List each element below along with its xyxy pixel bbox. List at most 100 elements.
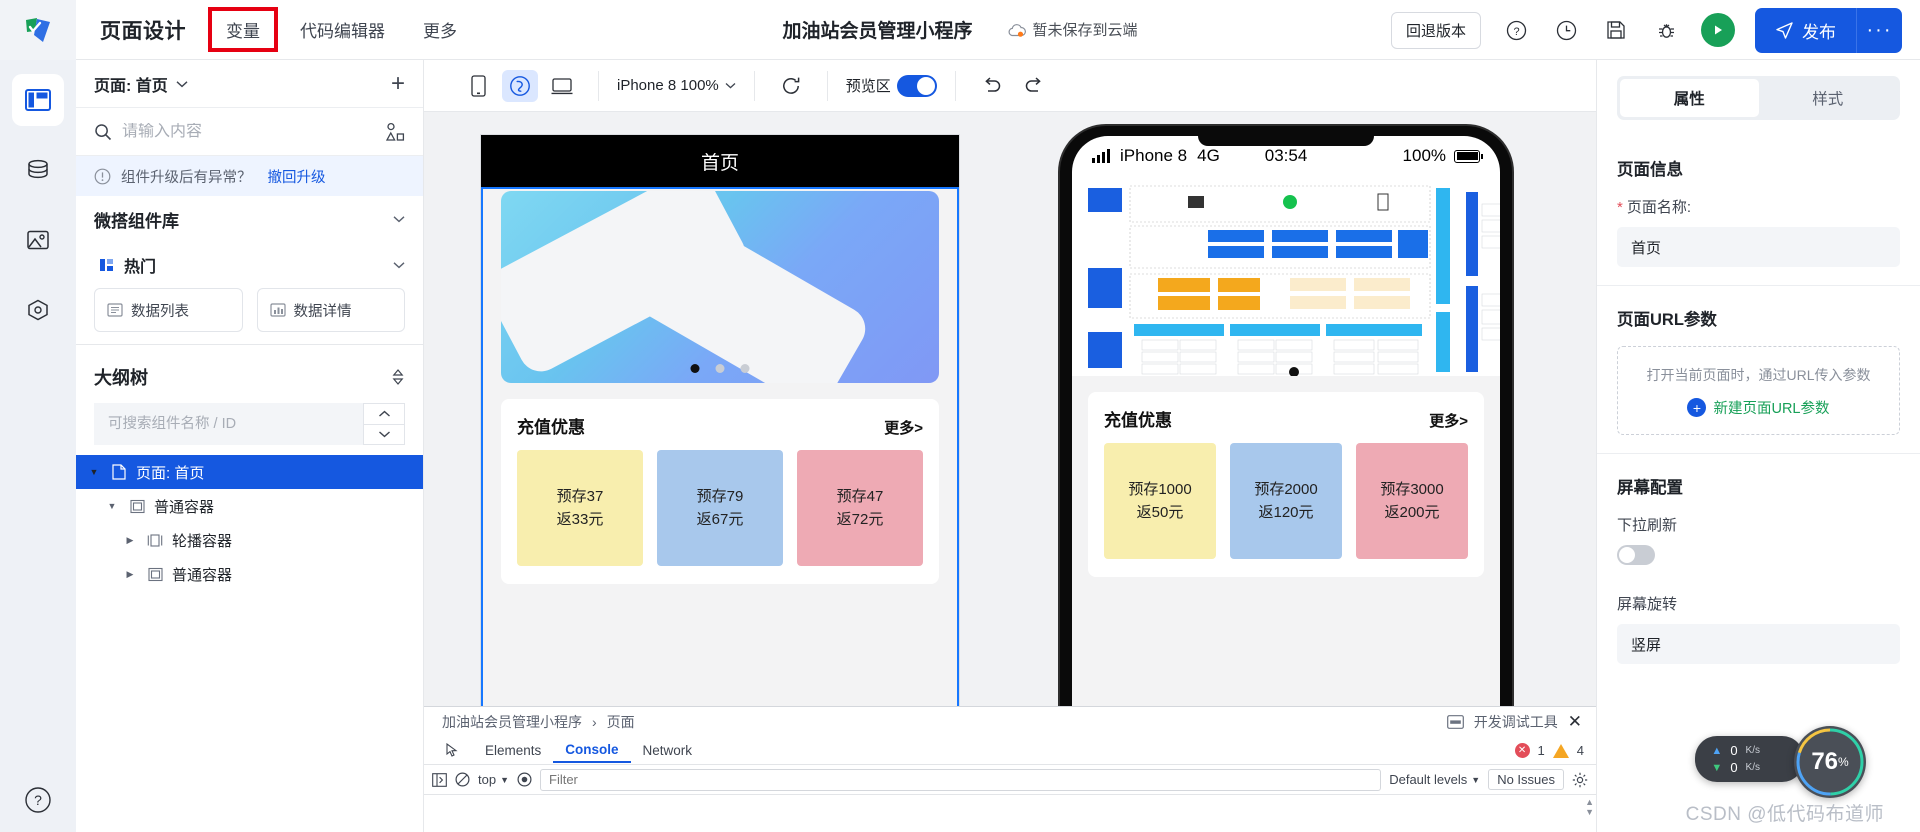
editor-recharge-card[interactable]: 充值优惠 更多> 预存37 返33元 预存79 返67元 预存47 返72元 xyxy=(501,399,939,584)
page-selector-row: 页面: 首页 + xyxy=(76,60,423,108)
rail-item-plugin[interactable] xyxy=(12,284,64,336)
network-monitor-widget[interactable]: ▲ 0 K/s ▼ 0 K/s xyxy=(1695,736,1804,782)
tree-next-button[interactable] xyxy=(364,425,404,445)
warning-count: 4 xyxy=(1576,743,1584,758)
rail-item-help[interactable]: ? xyxy=(24,786,52,814)
cloud-icon xyxy=(1007,23,1027,37)
component-card-data-list[interactable]: 数据列表 xyxy=(94,288,243,332)
caret-collapsed-icon[interactable]: ▶ xyxy=(122,569,138,580)
devtools-settings-gear-icon[interactable] xyxy=(1572,772,1588,788)
rail-item-image[interactable] xyxy=(12,214,64,266)
publish-more-button[interactable]: ··· xyxy=(1856,7,1902,53)
recharge-tile[interactable]: 预存47 返72元 xyxy=(797,450,923,566)
component-shapes-icon[interactable] xyxy=(385,122,405,142)
inspect-element-icon[interactable] xyxy=(434,739,473,762)
component-library-header[interactable]: 微搭组件库 xyxy=(76,196,423,242)
cpu-usage-widget[interactable]: 76 % xyxy=(1794,726,1866,798)
console-output-area[interactable]: ▲ ▼ xyxy=(424,795,1596,832)
tree-node-container-2[interactable]: ▶ 普通容器 xyxy=(76,557,423,591)
console-scrollbar[interactable]: ▲ ▼ xyxy=(1585,797,1594,817)
tree-node-container-1[interactable]: ▼ 普通容器 xyxy=(76,489,423,523)
screen-rotate-select[interactable]: 竖屏 xyxy=(1617,624,1900,664)
close-icon[interactable]: ✕ xyxy=(1568,712,1582,732)
card-header: 充值优惠 更多> xyxy=(517,413,923,438)
history-clock-icon[interactable] xyxy=(1551,15,1581,45)
recharge-tile[interactable]: 预存1000 返50元 xyxy=(1104,443,1216,559)
tab-console[interactable]: Console xyxy=(553,738,631,763)
preview-run-button[interactable] xyxy=(1701,13,1735,47)
card-more-link[interactable]: 更多> xyxy=(1429,410,1468,431)
desktop-view-icon[interactable] xyxy=(544,70,580,102)
caret-collapsed-icon[interactable]: ▶ xyxy=(122,535,138,546)
dock-panel-icon[interactable] xyxy=(1446,715,1464,729)
breadcrumb-item-project[interactable]: 加油站会员管理小程序 xyxy=(442,712,582,732)
devtools-panel-label: 开发调试工具 xyxy=(1473,714,1558,730)
recharge-tile[interactable]: 预存79 返67元 xyxy=(657,450,783,566)
console-levels-selector[interactable]: Default levels ▼ xyxy=(1389,772,1480,787)
device-zoom-group: iPhone 8 100% xyxy=(599,60,754,112)
url-params-hint: 打开当前页面时，通过URL传入参数 xyxy=(1646,367,1871,383)
tile-line-1: 预存2000 xyxy=(1254,480,1318,498)
debug-bug-icon[interactable] xyxy=(1651,15,1681,45)
nav-item-variables[interactable]: 变量 xyxy=(208,7,278,52)
pull-refresh-switch[interactable] xyxy=(1617,545,1655,565)
preview-recharge-card[interactable]: 充值优惠 更多> 预存1000 返50元 预存2000 返120元 预存3000… xyxy=(1088,392,1484,577)
expand-collapse-icon[interactable] xyxy=(391,368,405,386)
hot-section-header[interactable]: 热门 xyxy=(76,242,423,288)
rollback-version-button[interactable]: 回退版本 xyxy=(1390,11,1481,49)
live-expression-icon[interactable] xyxy=(517,772,532,787)
selected-container[interactable]: 充值优惠 更多> 预存37 返33元 预存79 返67元 预存47 返72元 xyxy=(481,187,959,706)
tree-prev-button[interactable] xyxy=(364,404,404,425)
clear-console-icon[interactable] xyxy=(455,772,470,787)
device-zoom-selector[interactable]: iPhone 8 100% xyxy=(617,77,736,94)
rail-item-layout[interactable] xyxy=(12,74,64,126)
publish-button[interactable]: 发布 xyxy=(1755,7,1856,53)
carousel-banner[interactable] xyxy=(501,191,939,383)
error-count: 1 xyxy=(1537,743,1545,758)
network-download-row: ▼ 0 K/s xyxy=(1711,760,1760,775)
carousel-dot-1[interactable] xyxy=(690,364,700,373)
console-context-selector[interactable]: top ▼ xyxy=(478,772,509,787)
revoke-upgrade-link[interactable]: 撤回升级 xyxy=(268,166,326,187)
carousel-dot-2[interactable] xyxy=(715,364,725,373)
tree-search-input[interactable] xyxy=(94,403,363,445)
nav-item-more[interactable]: 更多 xyxy=(411,11,469,48)
rail-item-database[interactable] xyxy=(12,144,64,196)
save-icon[interactable] xyxy=(1601,15,1631,45)
phone-view-icon[interactable] xyxy=(460,70,496,102)
refresh-icon[interactable] xyxy=(773,70,809,102)
no-issues-button[interactable]: No Issues xyxy=(1488,769,1564,790)
add-url-param-button[interactable]: + 新建页面URL参数 xyxy=(1687,397,1830,418)
undo-icon[interactable] xyxy=(974,70,1010,102)
carousel-dot-3[interactable] xyxy=(740,364,750,373)
nav-item-code-editor[interactable]: 代码编辑器 xyxy=(288,11,397,48)
preview-area-label: 预览区 xyxy=(845,78,891,95)
url-params-section: 页面URL参数 打开当前页面时，通过URL传入参数 + 新建页面URL参数 xyxy=(1597,286,1920,454)
console-filter-input[interactable] xyxy=(540,768,1382,791)
caret-expanded-icon[interactable]: ▼ xyxy=(86,467,102,477)
recharge-tile[interactable]: 预存37 返33元 xyxy=(517,450,643,566)
component-search-input[interactable] xyxy=(122,122,375,141)
tab-network[interactable]: Network xyxy=(631,739,705,762)
help-icon[interactable]: ? xyxy=(1501,15,1531,45)
page-selector[interactable]: 页面: 首页 xyxy=(94,72,188,96)
devtools-issue-badges[interactable]: ✕ 1 4 xyxy=(1514,743,1584,758)
recharge-tile[interactable]: 预存3000 返200元 xyxy=(1356,443,1468,559)
app-logo[interactable] xyxy=(0,0,76,60)
component-card-data-detail[interactable]: 数据详情 xyxy=(256,288,405,332)
miniprogram-view-icon[interactable] xyxy=(502,69,538,102)
card-more-link[interactable]: 更多> xyxy=(884,417,923,438)
breadcrumb-item-page[interactable]: 页面 xyxy=(607,712,635,732)
tab-elements[interactable]: Elements xyxy=(473,739,553,762)
tree-node-page-home[interactable]: ▼ 页面: 首页 xyxy=(76,455,423,489)
recharge-tile[interactable]: 预存2000 返120元 xyxy=(1230,443,1342,559)
preview-area-toggle[interactable] xyxy=(896,74,937,97)
tab-styles[interactable]: 样式 xyxy=(1759,79,1898,117)
tab-properties[interactable]: 属性 xyxy=(1620,79,1759,117)
caret-expanded-icon[interactable]: ▼ xyxy=(104,501,120,511)
redo-icon[interactable] xyxy=(1016,70,1052,102)
add-page-button[interactable]: + xyxy=(391,71,405,96)
page-name-input[interactable] xyxy=(1617,227,1900,267)
tree-node-carousel[interactable]: ▶ 轮播容器 xyxy=(76,523,423,557)
console-sidebar-toggle-icon[interactable] xyxy=(432,772,447,787)
